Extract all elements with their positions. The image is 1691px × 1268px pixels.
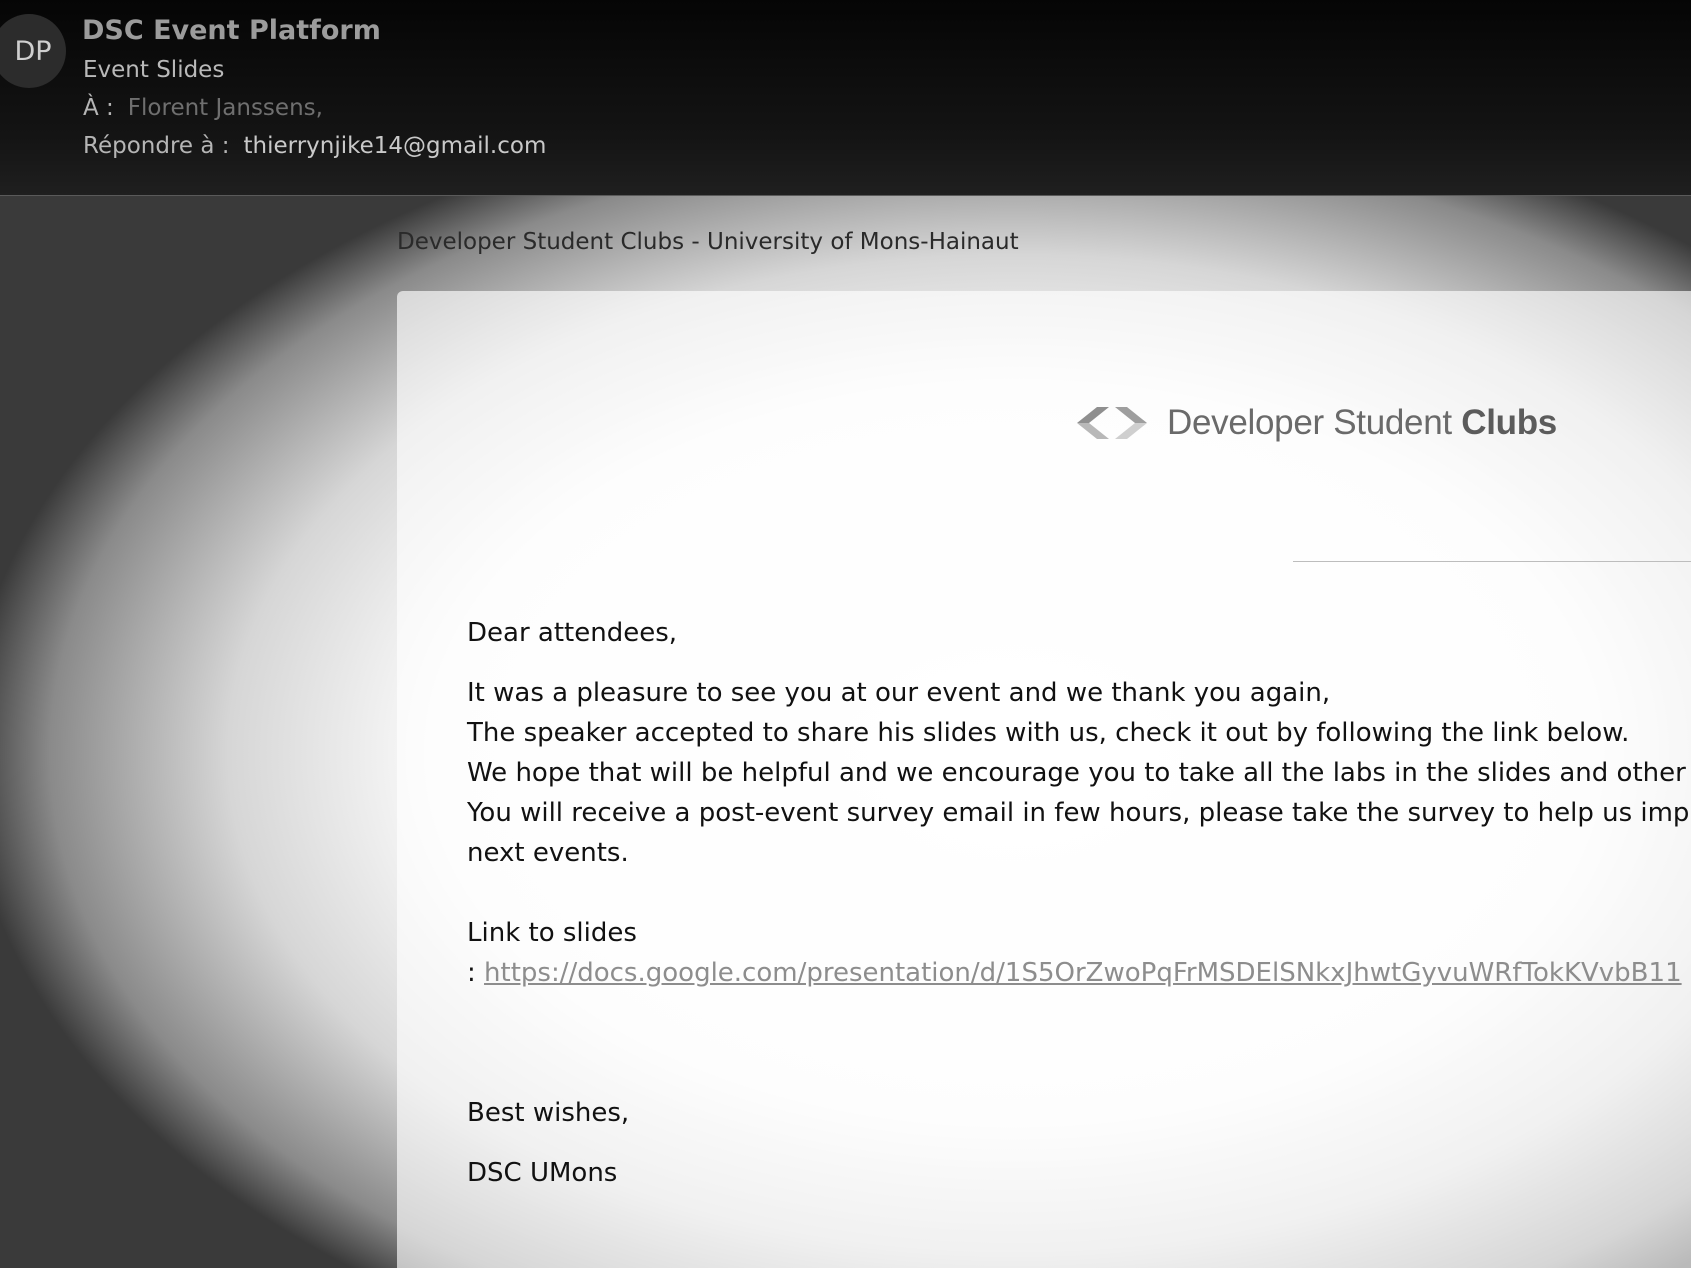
to-label: À : (83, 95, 114, 121)
logo-text: Developer Student Clubs (1167, 403, 1557, 442)
dsc-brackets-logo-icon (1077, 407, 1147, 439)
to-recipient[interactable]: Florent Janssens, (128, 95, 323, 121)
paragraph-line: We hope that will be helpful and we enco… (467, 758, 1691, 788)
paragraph-line: It was a pleasure to see you at our even… (467, 678, 1331, 708)
paragraph-line: The speaker accepted to share his slides… (467, 718, 1630, 748)
slides-link[interactable]: https://docs.google.com/presentation/d/1… (484, 958, 1682, 988)
signature: DSC UMons (467, 1158, 618, 1188)
paragraph-line: You will receive a post-event survey ema… (467, 798, 1691, 828)
reply-to-address[interactable]: thierrynjike14@gmail.com (244, 133, 547, 159)
divider (1293, 561, 1691, 562)
email-subject: Event Slides (83, 57, 225, 83)
mail-header: DP DSC Event Platform Event Slides À : Fl… (0, 0, 1691, 196)
link-label: Link to slides (467, 918, 637, 948)
to-row: À : Florent Janssens, (83, 95, 323, 121)
link-prefix: : (467, 958, 476, 988)
greeting: Dear attendees, (467, 618, 678, 648)
reply-to-label: Répondre à : (83, 133, 230, 159)
avatar[interactable]: DP (0, 14, 66, 88)
reply-to-row: Répondre à : thierrynjike14@gmail.com (83, 133, 546, 159)
organization-name: Developer Student Clubs - University of … (397, 229, 1019, 255)
paragraph-line: next events. (467, 838, 629, 868)
sender-name[interactable]: DSC Event Platform (82, 15, 381, 46)
email-card: Developer Student Clubs Dear attendees, … (397, 291, 1691, 1268)
closing: Best wishes, (467, 1098, 630, 1128)
message-paragraph: It was a pleasure to see you at our even… (467, 673, 1691, 873)
link-line: : https://docs.google.com/presentation/d… (467, 953, 1682, 993)
dsc-logo: Developer Student Clubs (1075, 403, 1557, 443)
